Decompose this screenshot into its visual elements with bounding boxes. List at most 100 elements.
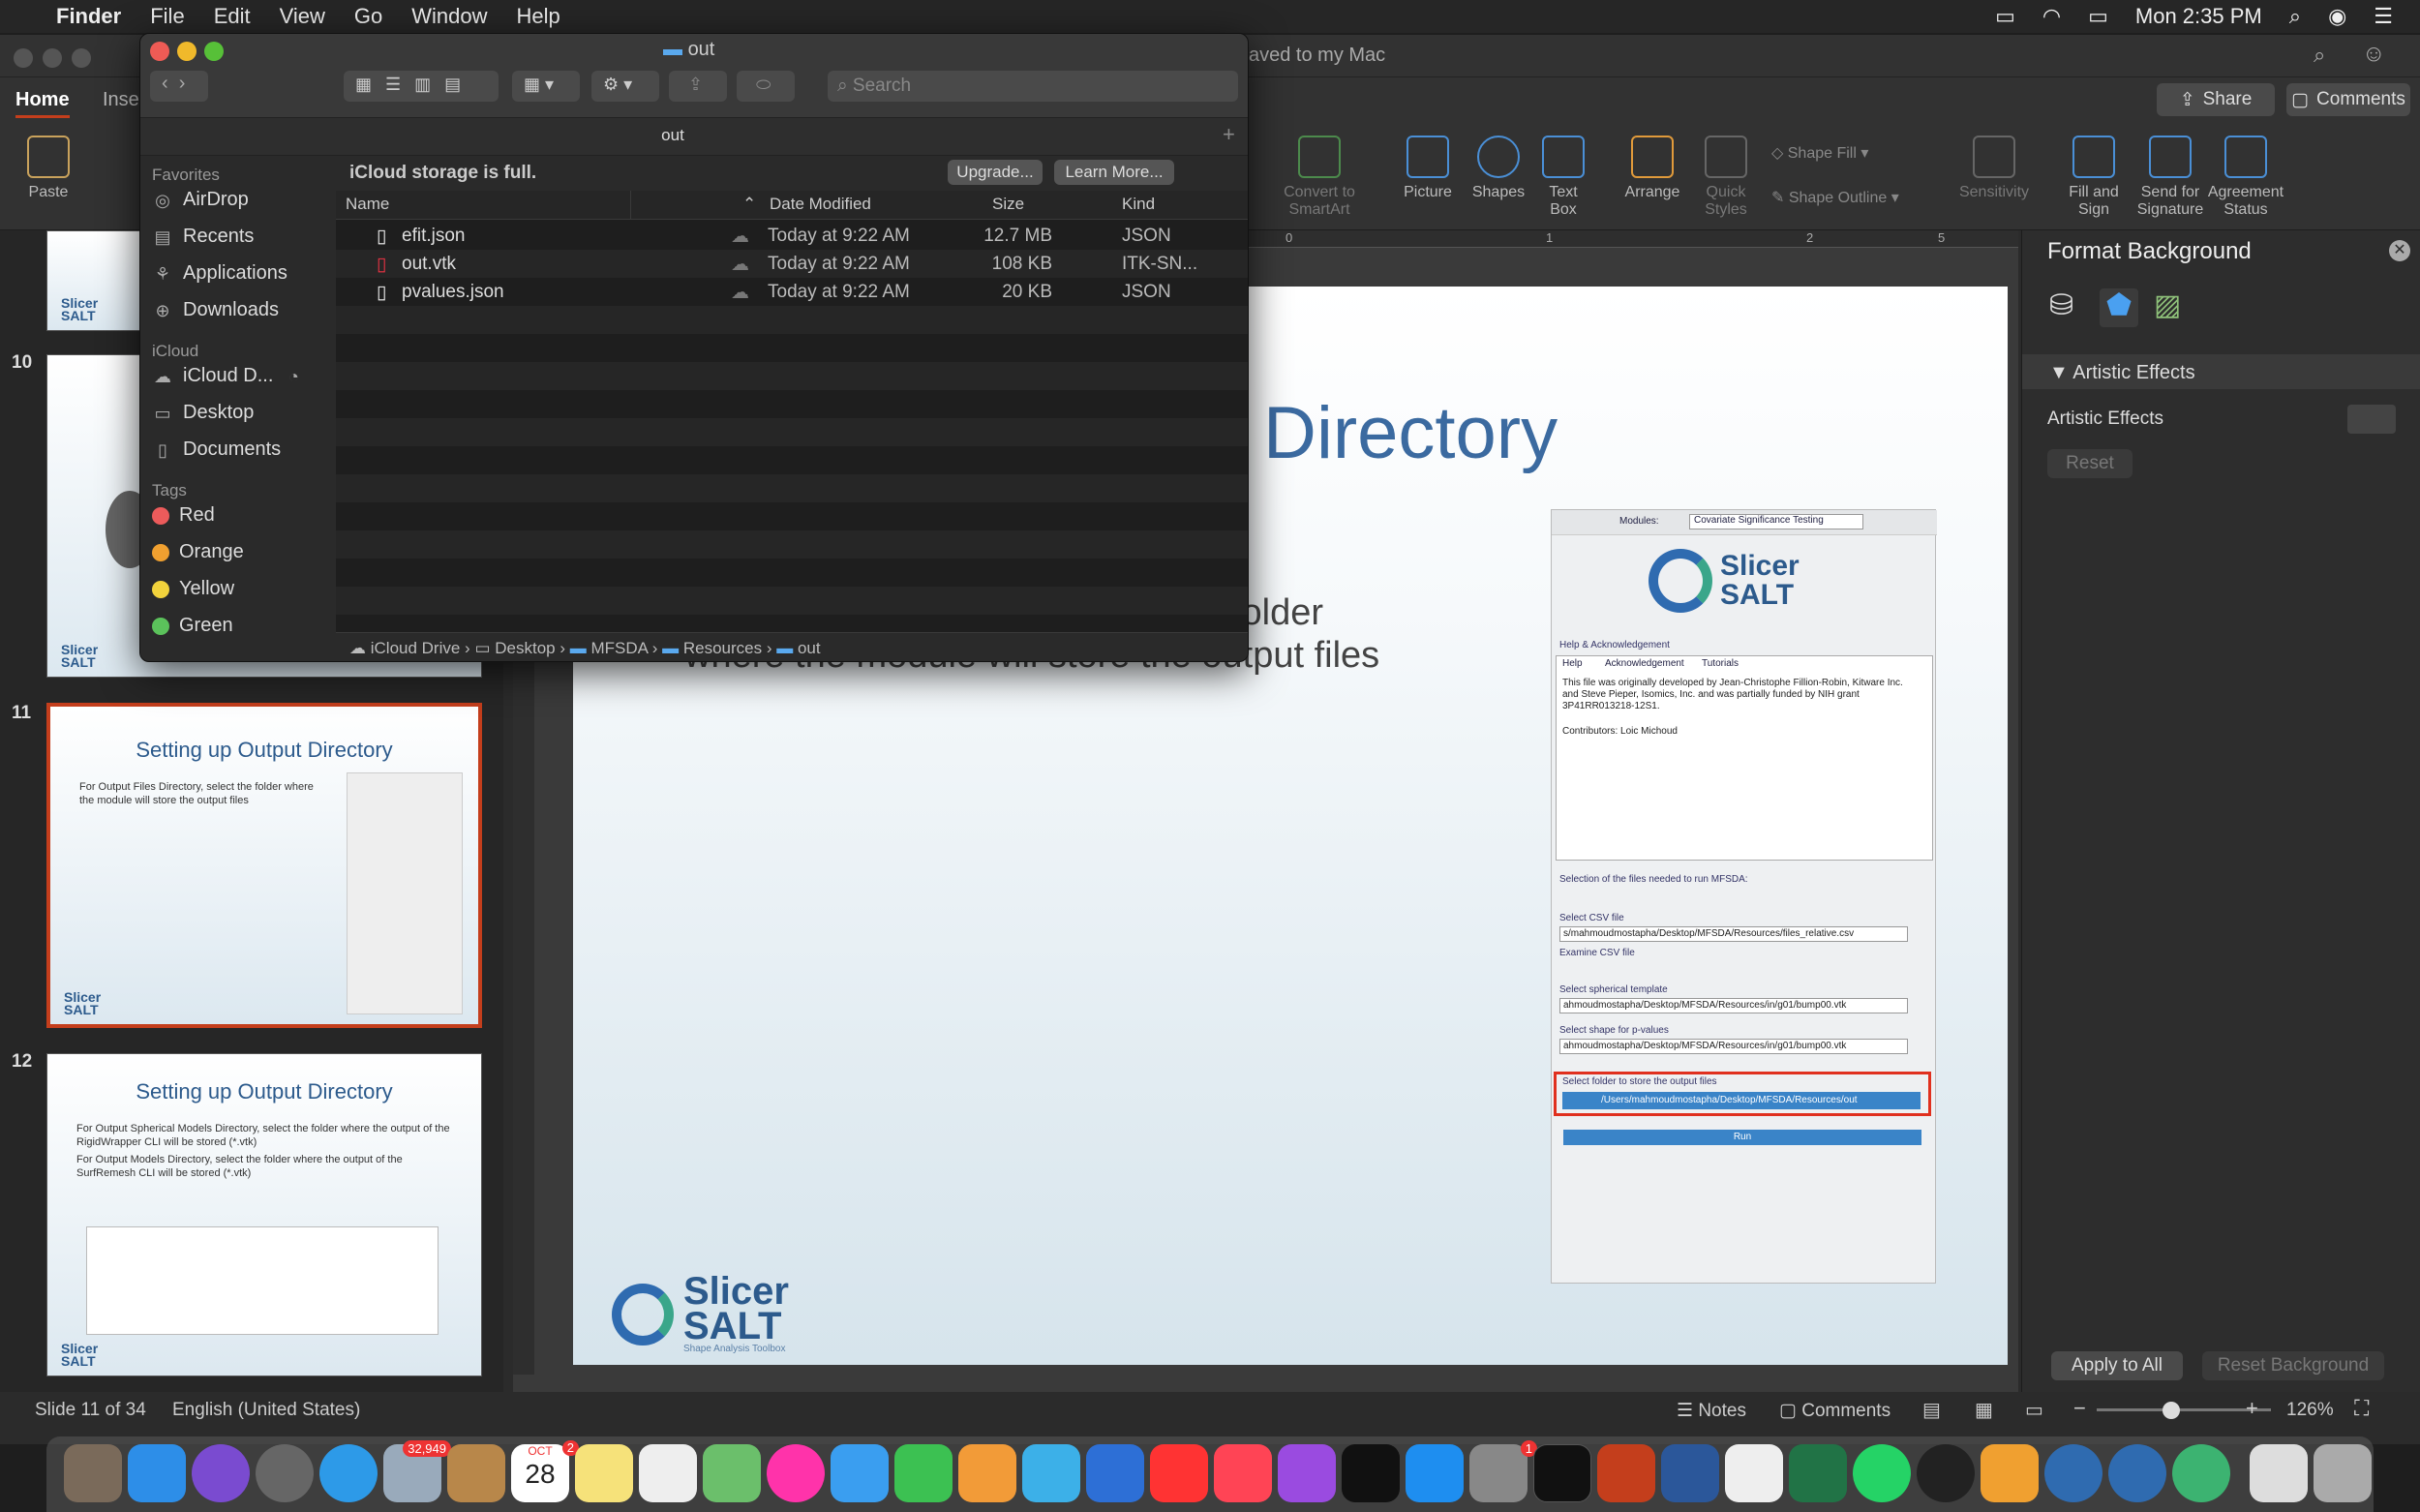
- menu-view[interactable]: View: [280, 4, 325, 29]
- menu-window[interactable]: Window: [411, 4, 487, 29]
- dock-podcasts-icon[interactable]: [1278, 1444, 1336, 1502]
- file-row-efit[interactable]: ▯ efit.json ☁ Today at 9:22 AM 12.7 MB J…: [336, 222, 1248, 250]
- dock-tv-icon[interactable]: [1342, 1444, 1400, 1502]
- battery-icon[interactable]: ▭: [2088, 4, 2108, 29]
- group-button[interactable]: ▦ ▾: [512, 71, 580, 102]
- sidebar-item-airdrop[interactable]: ◎ AirDrop: [152, 189, 249, 211]
- dock-reminders-icon[interactable]: [639, 1444, 697, 1502]
- fit-to-window-icon[interactable]: ⛶: [2354, 1396, 2369, 1421]
- close-button[interactable]: [14, 48, 33, 68]
- dock-document-icon[interactable]: [2250, 1444, 2308, 1502]
- shape-fill-button[interactable]: ◇ Shape Fill ▾: [1771, 143, 1868, 163]
- dock-slicer-icon[interactable]: [2108, 1444, 2166, 1502]
- dock-appstore-icon[interactable]: [1406, 1444, 1464, 1502]
- artistic-effects-dropdown[interactable]: [2347, 405, 2396, 434]
- agreement-status-button[interactable]: Agreement Status: [2205, 136, 2286, 219]
- menu-file[interactable]: File: [150, 4, 184, 29]
- sidebar-item-downloads[interactable]: ⊕ Downloads: [152, 299, 279, 321]
- language-status[interactable]: English (United States): [172, 1400, 360, 1421]
- dock-trash-icon[interactable]: [2314, 1444, 2372, 1502]
- zoom-level[interactable]: 126%: [2286, 1400, 2334, 1421]
- view-mode-buttons[interactable]: ▦☰▥▤: [344, 71, 499, 102]
- dock-news-icon[interactable]: [1150, 1444, 1208, 1502]
- zoom-slider-thumb[interactable]: [2163, 1402, 2180, 1419]
- sidebar-item-icloud-drive[interactable]: ☁ iCloud D... ◔: [152, 365, 304, 387]
- col-name[interactable]: Name: [346, 195, 389, 214]
- dock-calendar-icon[interactable]: OCT 28 2: [511, 1440, 579, 1502]
- finder-tab-out[interactable]: out: [140, 126, 1205, 145]
- dock-pages-icon[interactable]: [958, 1444, 1016, 1502]
- normal-view-icon[interactable]: ▤: [1922, 1398, 1941, 1422]
- file-row-pvalues[interactable]: ▯ pvalues.json ☁ Today at 9:22 AM 20 KB …: [336, 278, 1248, 306]
- path-mfsda[interactable]: ▬ MFSDA: [570, 639, 648, 657]
- slide-sorter-icon[interactable]: ▦: [1975, 1398, 1993, 1422]
- reset-button[interactable]: Reset: [2047, 449, 2133, 478]
- zoom-slider[interactable]: [2097, 1408, 2271, 1411]
- convert-smartart-button[interactable]: Convert to SmartArt: [1276, 136, 1363, 219]
- sidebar-tag-green[interactable]: Green: [152, 615, 233, 637]
- smiley-feedback-icon[interactable]: ☺: [2362, 41, 2386, 68]
- paste-button[interactable]: Paste: [21, 136, 76, 201]
- dock-mail-icon[interactable]: 32,949: [383, 1440, 451, 1502]
- slide-thumbnail-12[interactable]: Setting up Output Directory For Output S…: [46, 1053, 482, 1376]
- zoom-out-icon[interactable]: −: [2073, 1396, 2086, 1421]
- dock-siri-icon[interactable]: [192, 1444, 250, 1502]
- reset-background-button[interactable]: Reset Background: [2202, 1351, 2384, 1380]
- sidebar-item-desktop[interactable]: ▭ Desktop: [152, 402, 254, 424]
- shapes-button[interactable]: Shapes: [1469, 136, 1528, 201]
- dock-photos-icon[interactable]: [767, 1444, 825, 1502]
- dock-numbers-icon[interactable]: [1022, 1444, 1080, 1502]
- picture-icon[interactable]: ▨: [2154, 288, 2193, 327]
- textbox-button[interactable]: Text Box: [1539, 136, 1588, 219]
- send-signature-button[interactable]: Send for Signature: [2130, 136, 2211, 219]
- presenter-view-icon[interactable]: ▭: [2025, 1398, 2043, 1422]
- dock-terminal-icon[interactable]: [1533, 1444, 1591, 1502]
- shape-outline-button[interactable]: ✎ Shape Outline ▾: [1771, 188, 1899, 207]
- sidebar-tag-orange[interactable]: Orange: [152, 541, 244, 563]
- upgrade-button[interactable]: Upgrade...: [948, 160, 1043, 185]
- path-desktop[interactable]: ▭ Desktop: [474, 639, 555, 657]
- path-out[interactable]: ▬ out: [776, 639, 820, 657]
- dock-safari-icon[interactable]: [319, 1444, 378, 1502]
- finder-minimize-button[interactable]: [177, 42, 197, 61]
- sidebar-item-applications[interactable]: ⚘ Applications: [152, 262, 287, 285]
- share-finder-button[interactable]: ⇪: [669, 71, 727, 102]
- siri-icon[interactable]: ◉: [2328, 4, 2346, 29]
- zoom-button[interactable]: [72, 48, 91, 68]
- dock-excel-icon[interactable]: [1789, 1444, 1847, 1502]
- airplay-icon[interactable]: ▭: [1995, 4, 2015, 29]
- path-icloud[interactable]: ☁ iCloud Drive: [349, 639, 460, 657]
- dock-slicer-salt-icon[interactable]: [2044, 1444, 2102, 1502]
- file-row-out-vtk[interactable]: ▯ out.vtk ☁ Today at 9:22 AM 108 KB ITK-…: [336, 250, 1248, 278]
- dock-contacts-icon[interactable]: [447, 1444, 505, 1502]
- spotlight-icon[interactable]: ⌕: [2289, 4, 2301, 29]
- sidebar-tag-yellow[interactable]: Yellow: [152, 578, 234, 600]
- dock-sublime-icon[interactable]: [1981, 1444, 2039, 1502]
- dock-preview-icon[interactable]: [64, 1444, 122, 1502]
- sidebar-item-documents[interactable]: ▯ Documents: [152, 438, 281, 461]
- close-pane-icon[interactable]: ✕: [2389, 240, 2410, 261]
- dock-powerpoint-icon[interactable]: [1597, 1444, 1655, 1502]
- control-center-icon[interactable]: ☰: [2374, 4, 2393, 29]
- zoom-in-icon[interactable]: +: [2246, 1396, 2258, 1421]
- comments-button[interactable]: ▢ Comments: [2286, 83, 2410, 116]
- menu-help[interactable]: Help: [517, 4, 560, 29]
- tab-insert[interactable]: Inse: [103, 89, 139, 111]
- fill-bucket-icon[interactable]: ⛁: [2049, 288, 2088, 327]
- col-date[interactable]: Date Modified: [770, 195, 871, 214]
- finder-close-button[interactable]: [150, 42, 169, 61]
- tab-home[interactable]: Home: [15, 89, 70, 118]
- back-forward-buttons[interactable]: ‹ ›: [150, 71, 208, 102]
- finder-window[interactable]: ▬ out ‹ › ▦☰▥▤ ▦ ▾ ⚙ ▾ ⇪ ⬭ ⌕ Search out …: [139, 33, 1249, 662]
- comments-status-button[interactable]: ▢ Comments: [1779, 1400, 1891, 1422]
- picture-button[interactable]: Picture: [1394, 136, 1462, 201]
- slide-thumbnail-11[interactable]: Setting up Output Directory For Output F…: [46, 703, 482, 1028]
- sensitivity-button[interactable]: Sensitivity: [1951, 136, 2037, 201]
- sidebar-item-recents[interactable]: ▤ Recents: [152, 226, 254, 248]
- menu-go[interactable]: Go: [354, 4, 382, 29]
- dock-keynote-icon[interactable]: [1086, 1444, 1144, 1502]
- dock-whatsapp-icon[interactable]: [1853, 1444, 1911, 1502]
- embedded-slicer-screenshot[interactable]: Modules: Covariate Significance Testing …: [1551, 509, 1937, 1284]
- tags-button[interactable]: ⬭: [737, 71, 795, 102]
- sidebar-tag-red[interactable]: Red: [152, 504, 215, 527]
